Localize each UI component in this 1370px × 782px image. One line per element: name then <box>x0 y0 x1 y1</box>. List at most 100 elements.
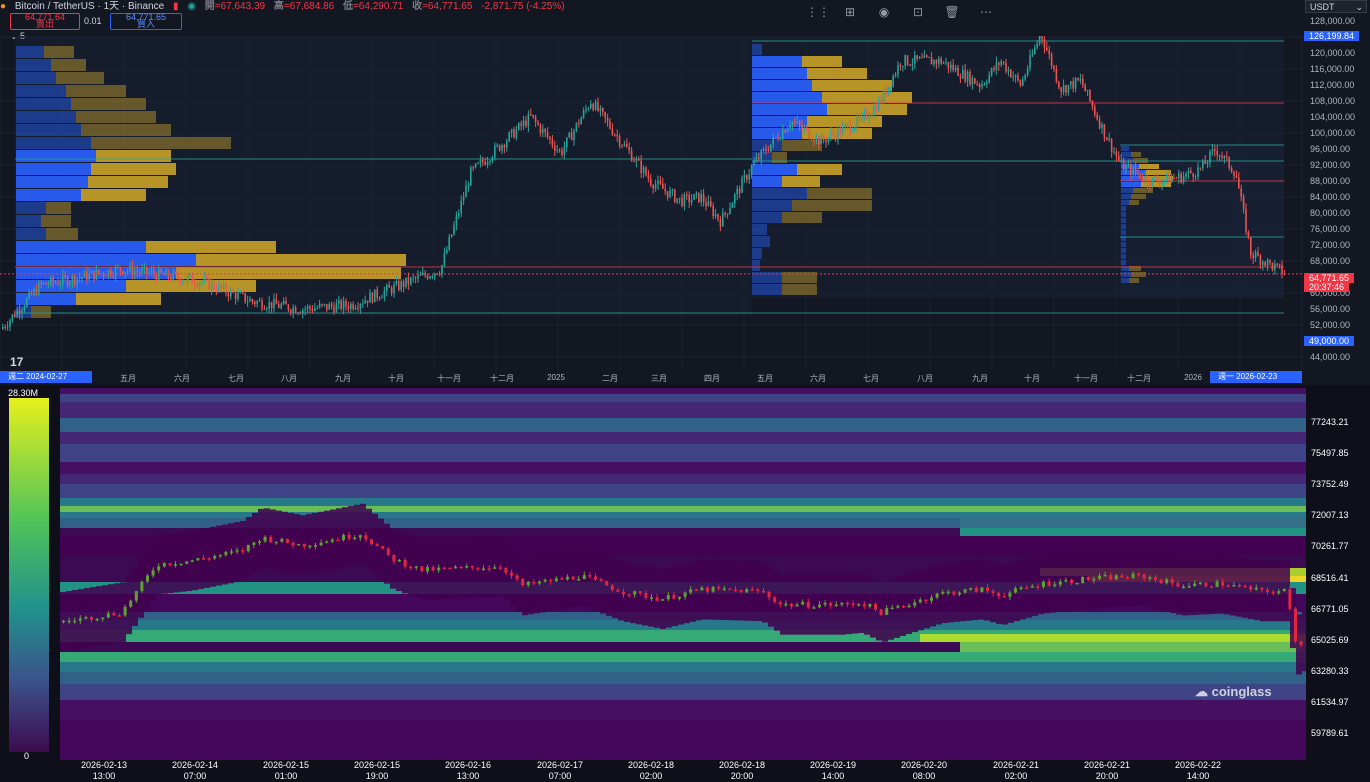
candle-body <box>59 283 62 285</box>
candle-body <box>1017 75 1019 80</box>
candle-body <box>299 312 302 314</box>
heatmap-candle-body <box>745 589 749 593</box>
heatmap-candle-body <box>230 551 233 553</box>
candle-body <box>710 201 712 207</box>
candle-body <box>489 161 491 163</box>
candle-body <box>491 157 494 162</box>
candle-body <box>1062 85 1065 93</box>
volume-profile-bar-buy <box>1121 200 1129 205</box>
candle-body <box>112 275 114 277</box>
heatmap-candle-body <box>470 566 474 568</box>
candle-body <box>736 188 738 195</box>
candle-body <box>863 112 866 115</box>
colorbar <box>9 398 49 752</box>
volume-profile-bar-sell <box>146 241 276 253</box>
heatmap-candle-body <box>1165 579 1169 584</box>
heatmap-candle-body <box>465 566 469 568</box>
more-icon[interactable]: ⋯ <box>976 5 996 21</box>
volume-profile-bar-buy <box>752 260 760 271</box>
candle-body <box>309 306 311 309</box>
heatmap-candle-body <box>386 548 390 555</box>
candle-body <box>239 292 242 294</box>
heatmap-candle-body <box>78 618 82 621</box>
candle-body <box>969 71 971 85</box>
heatmap-candle-body <box>963 589 967 593</box>
heatmap-candle-body <box>1058 581 1062 585</box>
time-start-highlight: 週二 2024-02-27 <box>0 371 92 383</box>
heatmap-candle-body <box>168 563 172 566</box>
candle-body <box>275 298 278 305</box>
symbol-title[interactable]: Bitcoin / TetherUS · 1天 · Binance <box>15 1 164 12</box>
heatmap-candle-body <box>174 564 177 566</box>
candle-body <box>1127 164 1130 166</box>
buy-label: 買入 <box>136 19 155 29</box>
heatmap-time-date: 2026-02-13 <box>80 760 128 770</box>
sell-button[interactable]: 64,771.64 賣出 <box>10 13 80 30</box>
layout-icon[interactable]: ⊞ <box>840 5 860 21</box>
heatmap-candle-body <box>554 578 558 582</box>
price-plot[interactable] <box>0 36 1304 370</box>
candle-body <box>654 184 657 189</box>
candle-body <box>230 290 232 297</box>
heatmap-time-hour: 01:00 <box>274 771 298 781</box>
candle-body <box>1247 231 1250 238</box>
candle-body <box>256 301 258 304</box>
price-axis-label: 96,000.00 <box>1310 144 1351 154</box>
candle-body <box>242 292 244 294</box>
candle-body <box>942 62 945 64</box>
candle-body <box>822 135 825 140</box>
price-axis-label: 104,000.00 <box>1310 112 1356 122</box>
time-axis-label: 八月 <box>917 374 933 383</box>
candle-body <box>700 194 702 203</box>
tradingview-logo[interactable]: 17 <box>10 355 23 369</box>
price-corridor <box>750 560 756 621</box>
lock-icon[interactable]: ⊡ <box>908 5 928 21</box>
candle-body <box>1158 181 1161 185</box>
drag-handle-icon[interactable]: ⋮⋮ <box>806 5 830 21</box>
liquidity-band <box>60 484 1306 498</box>
currency-select[interactable]: USDT ⌄ <box>1305 0 1367 13</box>
price-corridor <box>510 545 516 606</box>
heatmap-time-hour: 02:00 <box>639 771 663 781</box>
heatmap-time-date: 2026-02-21 <box>992 760 1040 770</box>
candle-body <box>1077 78 1079 81</box>
candle-body <box>825 139 827 143</box>
heatmap-candle-body <box>112 613 116 616</box>
heatmap-plot[interactable] <box>60 388 1306 760</box>
candle-body <box>950 64 952 69</box>
candle-body <box>388 285 390 288</box>
heatmap-candle-body <box>767 591 771 598</box>
time-axis[interactable]: 五月 六月 七月 八月 九月 十月 十一月 十二月 2025 二月 三月 四月 五月 六月 七月 八月 九月 十月… <box>0 371 1304 383</box>
candle-body <box>897 64 899 75</box>
trash-icon[interactable]: 🗑 <box>942 5 962 21</box>
candle-body <box>340 300 342 310</box>
buy-button[interactable]: 64,771.65 買入 <box>110 13 182 30</box>
volume-profile-bar-buy <box>752 56 802 67</box>
candle-body <box>107 269 110 277</box>
candle-body <box>568 132 570 138</box>
volume-profile-bar-sell <box>807 68 867 79</box>
candle-body <box>518 123 520 130</box>
eye-icon[interactable]: ◉ <box>874 5 894 21</box>
candle-body <box>748 174 750 180</box>
floating-toolbar: ⋮⋮ ⊞ ◉ ⊡ 🗑 ⋯ <box>806 5 996 21</box>
heatmap-time-hour: 20:00 <box>1095 771 1119 781</box>
candle-body <box>892 75 894 87</box>
candle-body <box>311 308 314 312</box>
candle-body <box>225 284 227 294</box>
volume-profile-bar-sell <box>51 59 86 71</box>
volume-profile-bar-buy <box>16 163 91 175</box>
candle-body <box>114 267 117 277</box>
heatmap-candle-body <box>521 579 525 586</box>
candle-body <box>1026 68 1029 76</box>
candle-body <box>196 284 198 287</box>
candle-body <box>266 308 268 310</box>
volume-profile-bar-buy <box>16 306 31 318</box>
candle-body <box>333 306 335 313</box>
heatmap-candle-body <box>1226 585 1230 588</box>
price-corridor <box>498 536 504 597</box>
candle-body <box>268 301 270 309</box>
liquidity-band <box>60 388 1306 394</box>
flag-icon[interactable]: ▮ <box>173 1 179 12</box>
spread-value: 0.01 <box>84 16 102 26</box>
